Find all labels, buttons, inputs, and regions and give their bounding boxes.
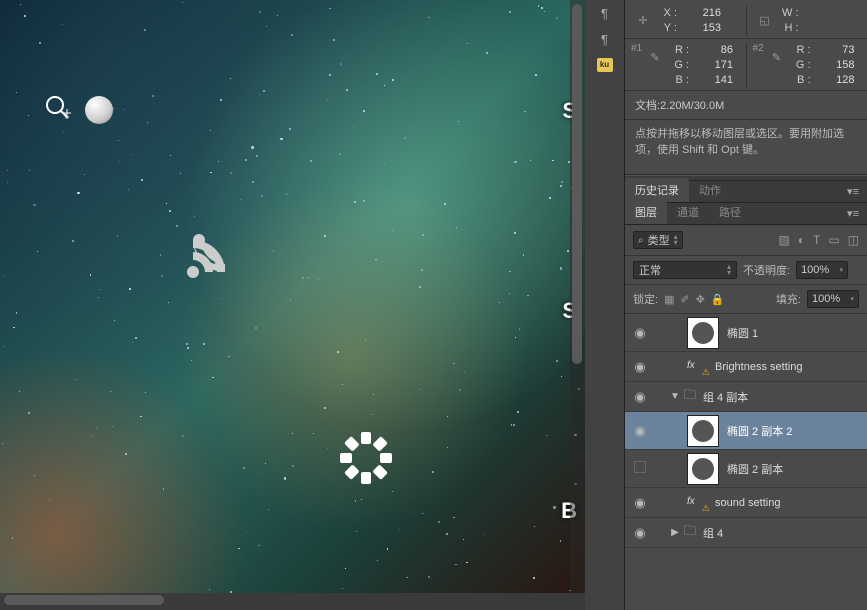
properties-panel: ✛ X :216 Y :153 ◱ W : H : #1 ✎ R :86: [625, 0, 867, 610]
wifi-icon: [185, 232, 233, 283]
layer-row[interactable]: 椭圆 2 副本: [625, 450, 867, 488]
disclosure-triangle[interactable]: ▼: [669, 391, 681, 402]
disclosure-triangle[interactable]: ▶: [669, 527, 681, 538]
filter-image-icon[interactable]: ▧: [778, 233, 789, 247]
layer-thumbnail[interactable]: [687, 453, 719, 485]
search-icon: ⌕: [638, 235, 644, 246]
layer-row[interactable]: ◉ ▶ 🗀 组 4: [625, 518, 867, 548]
tab-layers[interactable]: 图层: [625, 200, 667, 224]
sample1-b: 141: [693, 73, 733, 88]
layer-name[interactable]: 组 4: [699, 525, 861, 541]
layer-name[interactable]: sound setting: [711, 497, 861, 509]
tab-channels[interactable]: 通道: [667, 200, 709, 224]
visibility-toggle[interactable]: ◉: [625, 359, 655, 375]
layer-filter-select[interactable]: ⌕ 类型 ▴▾: [633, 231, 683, 249]
lock-label: 锁定:: [633, 291, 658, 307]
visibility-toggle[interactable]: ◉: [625, 389, 655, 405]
document-size: 文档:2.20M/30.0M: [625, 90, 867, 119]
extension-icon[interactable]: ku: [597, 58, 613, 72]
filter-adjustment-icon[interactable]: ◐: [798, 233, 805, 247]
layer-row-selected[interactable]: ◉ 椭圆 2 副本 2: [625, 412, 867, 450]
layers-list: ◉ 椭圆 1 ◉ Brightness setting ◉ ▼ 🗀 组 4 副本…: [625, 314, 867, 548]
layer-name[interactable]: 椭圆 1: [723, 325, 861, 341]
eyedropper-icon: ✎: [765, 45, 789, 69]
layer-row[interactable]: ◉ sound setting: [625, 488, 867, 518]
lock-transparency-icon[interactable]: ▦: [664, 293, 674, 306]
vertical-scrollbar[interactable]: [570, 0, 585, 593]
opacity-label: 不透明度:: [743, 262, 790, 278]
coord-x: 216: [681, 6, 721, 21]
horizontal-scrollbar[interactable]: [0, 593, 585, 608]
layer-name[interactable]: 椭圆 2 副本 2: [723, 423, 861, 439]
lock-all-icon[interactable]: 🔒: [711, 293, 725, 306]
paragraph-icon[interactable]: ¶: [585, 0, 624, 26]
paragraph-icon[interactable]: ¶: [585, 26, 624, 52]
blend-mode-select[interactable]: 正常▴▾: [633, 261, 737, 279]
filter-shape-icon[interactable]: ▭: [828, 233, 839, 247]
collapsed-panel-dock[interactable]: ¶ ¶ ku: [585, 0, 625, 610]
visibility-toggle[interactable]: ◉: [625, 325, 655, 341]
eyedropper-icon: ✎: [643, 45, 667, 69]
layer-row[interactable]: ◉ ▼ 🗀 组 4 副本: [625, 382, 867, 412]
folder-icon: 🗀: [681, 522, 699, 544]
visibility-toggle[interactable]: ◉: [625, 495, 655, 511]
filter-smartobject-icon[interactable]: ◫: [848, 233, 859, 247]
fill-label: 填充:: [776, 291, 801, 307]
sample2-g: 158: [815, 58, 855, 73]
fill-input[interactable]: 100%▾: [807, 290, 859, 308]
opacity-input[interactable]: 100%▾: [796, 261, 848, 279]
sample2-b: 128: [815, 73, 855, 88]
info-panel: ✛ X :216 Y :153 ◱ W : H : #1 ✎ R :86: [625, 0, 867, 175]
lock-position-icon[interactable]: ✥: [696, 293, 705, 306]
layer-row[interactable]: ◉ Brightness setting: [625, 352, 867, 382]
tool-hint: 点按并拖移以移动图层或选区。要用附加选项，使用 Shift 和 Opt 键。: [625, 119, 867, 164]
layer-thumbnail[interactable]: [687, 317, 719, 349]
panel-menu-icon[interactable]: ▾≡: [839, 181, 867, 202]
sphere-shape: [85, 96, 113, 124]
sample1-r: 86: [693, 43, 733, 58]
layer-name[interactable]: Brightness setting: [711, 361, 861, 373]
layer-name[interactable]: 椭圆 2 副本: [723, 461, 861, 477]
layer-thumbnail[interactable]: [687, 415, 719, 447]
lock-pixels-icon[interactable]: ✐: [680, 293, 689, 306]
document-canvas[interactable]: S S B: [0, 0, 585, 593]
layers-tabs: 图层 通道 路径 ▾≡: [625, 203, 867, 225]
text-layer-warning-icon: [687, 495, 707, 511]
filter-text-icon[interactable]: T: [813, 233, 820, 247]
sample1-g: 171: [693, 58, 733, 73]
coord-y: 153: [681, 21, 721, 36]
dim-h: [803, 21, 843, 36]
tab-actions[interactable]: 动作: [689, 178, 731, 202]
layer-row[interactable]: ◉ 椭圆 1: [625, 314, 867, 352]
crosshair-icon: ✛: [631, 8, 655, 32]
panel-menu-icon[interactable]: ▾≡: [839, 203, 867, 224]
tab-history[interactable]: 历史记录: [625, 178, 689, 202]
layer-name[interactable]: 组 4 副本: [699, 389, 861, 405]
text-layer-warning-icon: [687, 359, 707, 375]
sample2-r: 73: [815, 43, 855, 58]
tab-paths[interactable]: 路径: [709, 200, 751, 224]
folder-icon: 🗀: [681, 386, 699, 408]
dimension-icon: ◱: [753, 8, 777, 32]
visibility-toggle[interactable]: ◉: [625, 423, 655, 439]
visibility-toggle[interactable]: ◉: [625, 525, 655, 541]
nebula-overlay: [0, 0, 585, 593]
visibility-toggle[interactable]: [625, 461, 655, 476]
loading-spinner-icon: [340, 432, 392, 484]
dim-w: [803, 6, 843, 21]
